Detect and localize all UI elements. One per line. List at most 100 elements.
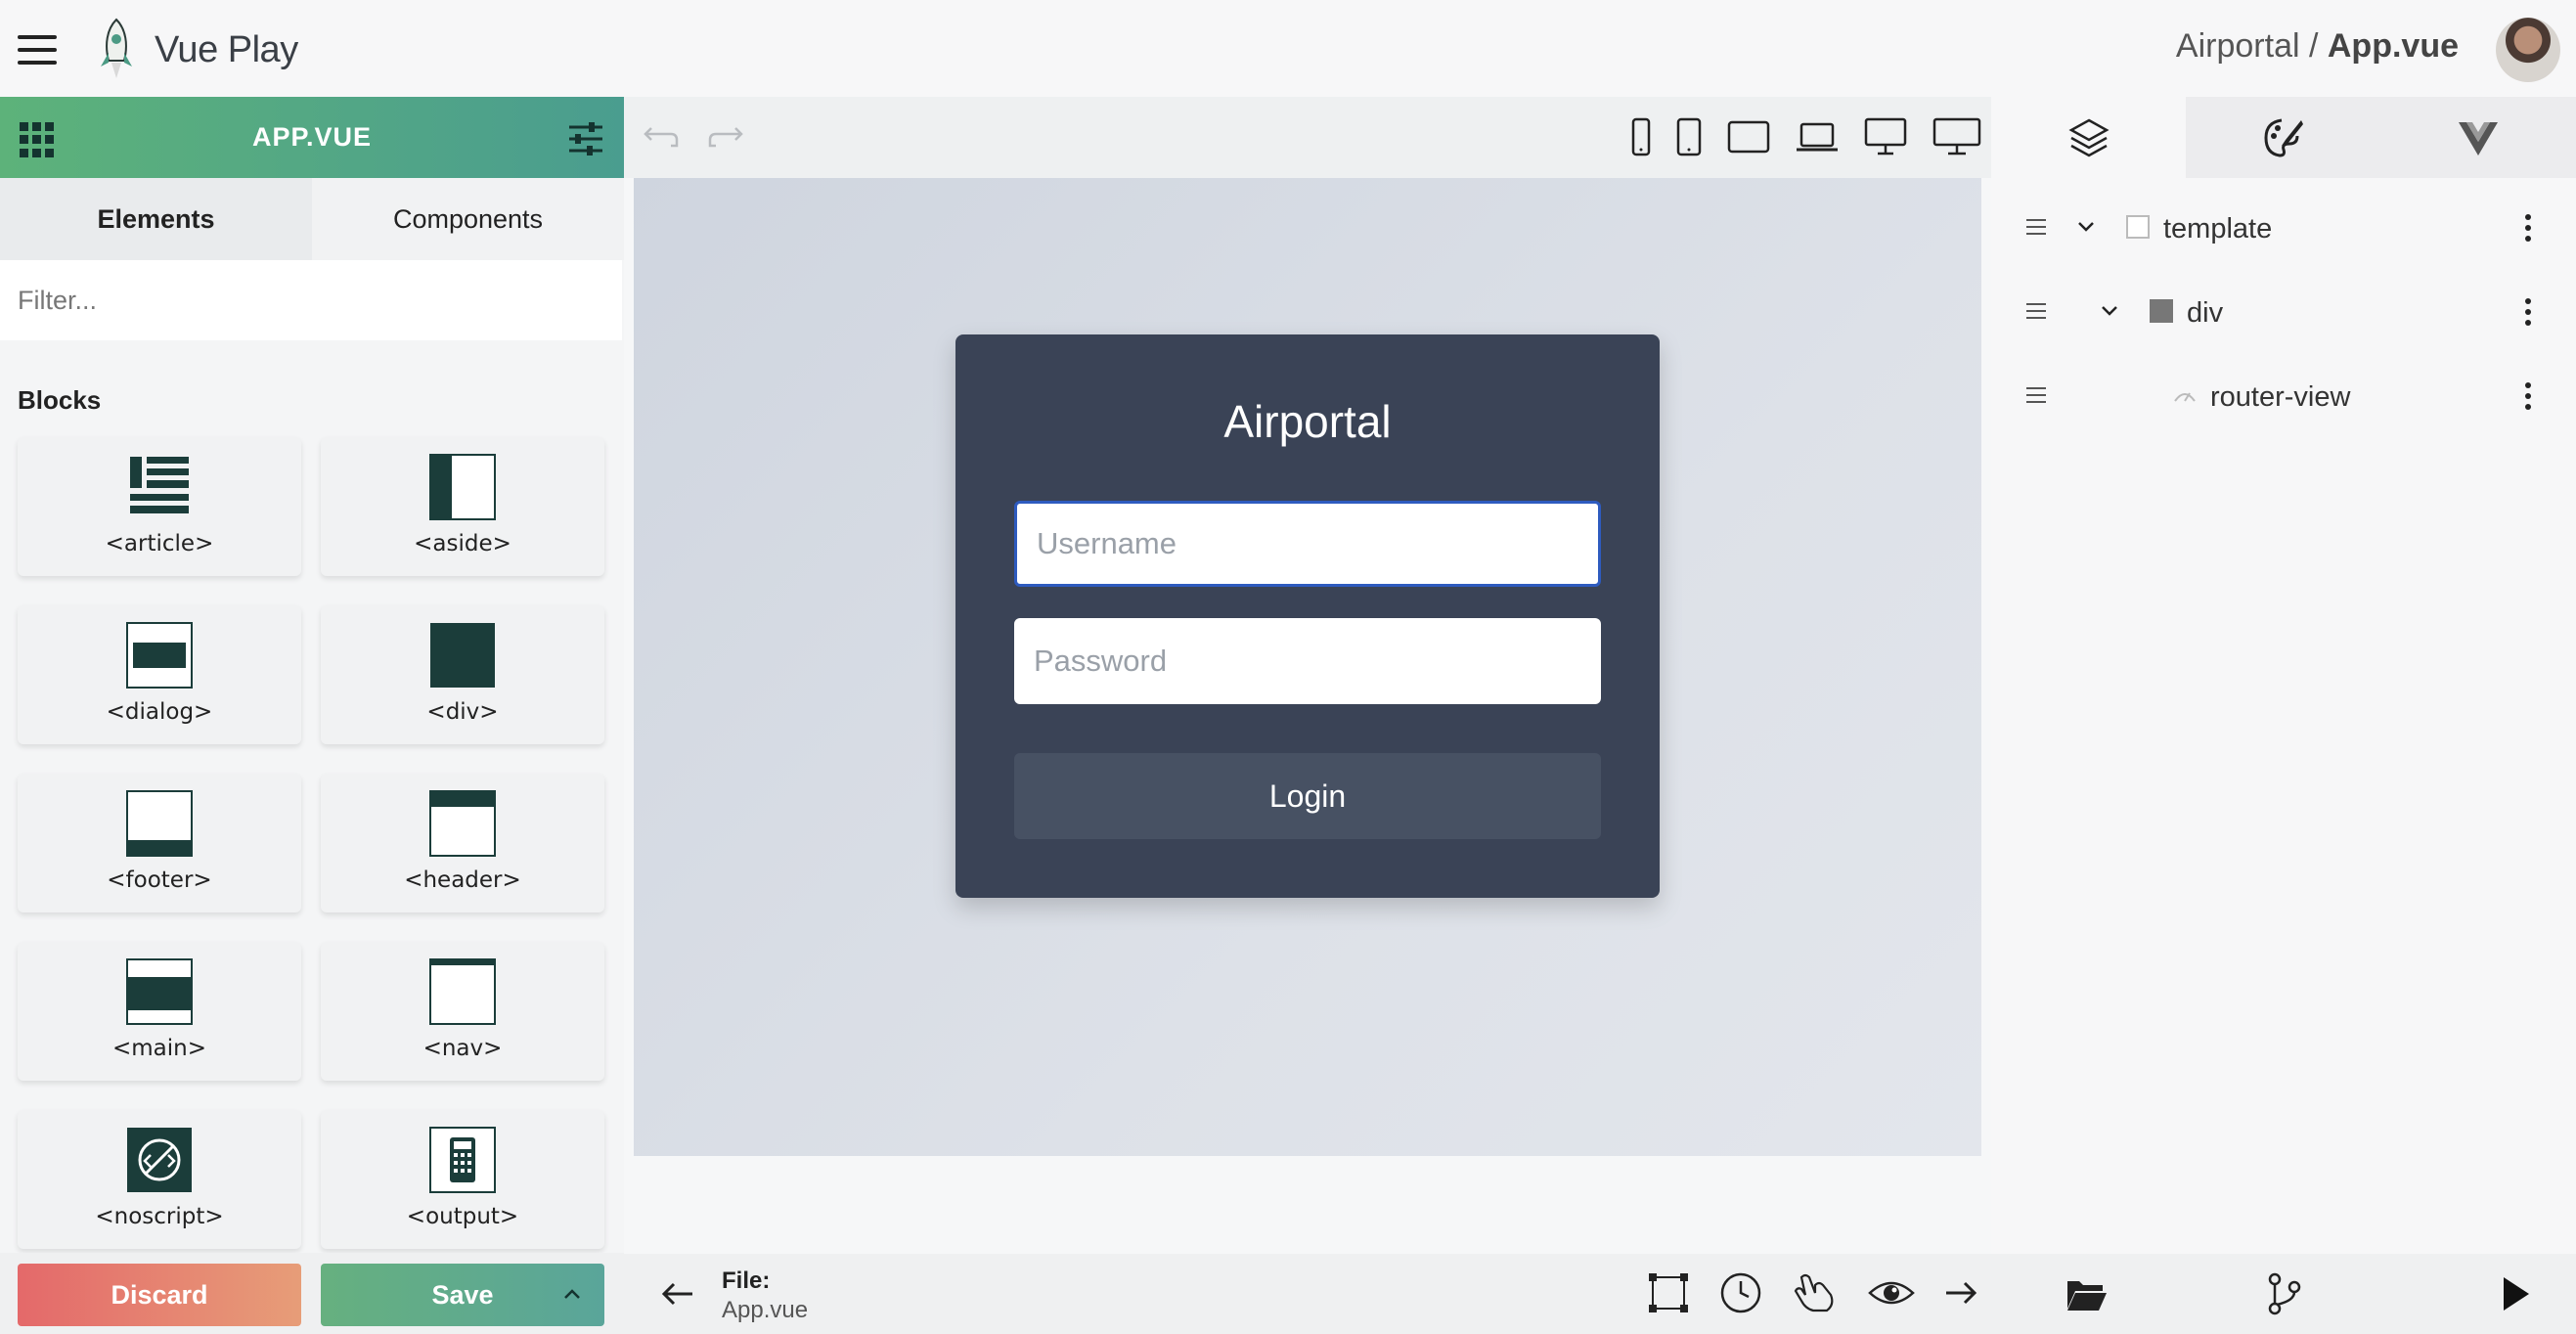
tree-node-template[interactable]: template: [1991, 185, 2576, 269]
phone-small-icon[interactable]: [1631, 117, 1651, 156]
chevron-down-icon[interactable]: [2077, 220, 2095, 234]
hand-pointer-icon[interactable]: [1792, 1271, 1839, 1314]
left-panel: APP.VUE Elements Components Blocks <arti…: [0, 97, 624, 1334]
block-label: <output>: [406, 1204, 519, 1229]
username-input[interactable]: [1037, 526, 1598, 561]
layer-tree: template div router-view: [1991, 185, 2576, 437]
bottom-bar: File: App.vue: [624, 1254, 1991, 1334]
login-button[interactable]: Login: [1014, 753, 1601, 839]
right-panel-tabs: [1991, 97, 2576, 178]
arrow-left-icon[interactable]: [661, 1281, 694, 1307]
block-footer[interactable]: <footer>: [18, 774, 301, 912]
avatar[interactable]: [2496, 18, 2560, 82]
eye-icon[interactable]: [1868, 1271, 1915, 1314]
tree-node-router-view[interactable]: router-view: [1991, 353, 2576, 437]
app-logo[interactable]: Vue Play: [94, 16, 298, 84]
block-div[interactable]: <div>: [321, 605, 604, 744]
play-icon[interactable]: [2500, 1275, 2531, 1312]
dialog-icon: [126, 622, 193, 689]
tab-components[interactable]: Components: [312, 178, 624, 260]
sliders-icon[interactable]: [567, 120, 604, 157]
discard-button[interactable]: Discard: [18, 1264, 301, 1326]
right-bottom-bar: [1991, 1254, 2576, 1334]
menu-icon[interactable]: [18, 35, 57, 65]
tab-layers[interactable]: [1991, 97, 2187, 178]
chevron-up-icon[interactable]: [561, 1283, 583, 1305]
block-main[interactable]: <main>: [18, 942, 301, 1081]
file-label: File:: [722, 1267, 771, 1294]
drag-handle-icon[interactable]: [2026, 387, 2046, 405]
canvas-toolbar: [624, 97, 1991, 178]
save-button[interactable]: Save: [321, 1264, 604, 1326]
block-label: <div>: [426, 699, 499, 725]
tab-elements[interactable]: Elements: [0, 178, 312, 260]
tree-node-label: router-view: [2210, 381, 2351, 413]
arrow-right-icon[interactable]: [1944, 1271, 1977, 1314]
main-icon: [126, 958, 193, 1025]
block-label: <main>: [111, 1036, 206, 1061]
more-options-icon[interactable]: [2525, 214, 2533, 242]
header-icon: [429, 790, 496, 857]
block-label: <nav>: [422, 1036, 503, 1061]
breadcrumb-project[interactable]: Airportal: [2176, 27, 2300, 65]
block-aside[interactable]: <aside>: [321, 437, 604, 576]
filter-box: [0, 260, 622, 340]
chevron-down-icon[interactable]: [2101, 304, 2118, 318]
git-branch-icon[interactable]: [2265, 1271, 2304, 1316]
element-tabs: Elements Components: [0, 178, 624, 260]
template-node-icon: [2126, 215, 2150, 239]
block-label: <aside>: [414, 531, 511, 556]
filter-input[interactable]: [18, 285, 622, 316]
footer-icon: [126, 790, 193, 857]
desktop-icon[interactable]: [1864, 117, 1907, 156]
block-label: <noscript>: [95, 1204, 224, 1229]
tab-vue[interactable]: [2380, 97, 2576, 178]
div-icon: [430, 623, 495, 688]
save-button-label: Save: [431, 1279, 494, 1310]
tree-node-div[interactable]: div: [1991, 269, 2576, 353]
left-panel-header: APP.VUE: [0, 97, 624, 178]
design-canvas[interactable]: Airportal Login: [634, 178, 1981, 1156]
right-panel: template div router-view: [1991, 97, 2576, 1334]
left-panel-footer: Discard Save: [0, 1253, 624, 1334]
username-field-box: [1014, 501, 1601, 587]
drag-handle-icon[interactable]: [2026, 303, 2046, 321]
more-options-icon[interactable]: [2525, 298, 2533, 326]
vue-logo-icon: [2459, 121, 2499, 156]
block-noscript[interactable]: <noscript>: [18, 1110, 301, 1249]
tablet-icon[interactable]: [1727, 120, 1770, 154]
laptop-icon[interactable]: [1796, 120, 1839, 154]
clock-icon[interactable]: [1719, 1271, 1762, 1314]
aside-icon: [429, 454, 496, 520]
breadcrumb: Airportal / App.vue: [2176, 27, 2459, 66]
folder-open-icon[interactable]: [2065, 1273, 2109, 1314]
device-preview-group: [1631, 114, 1981, 159]
block-output[interactable]: <output>: [321, 1110, 604, 1249]
tab-styles[interactable]: [2186, 97, 2381, 178]
block-nav[interactable]: <nav>: [321, 942, 604, 1081]
drag-handle-icon[interactable]: [2026, 219, 2046, 237]
login-card: Airportal Login: [955, 334, 1660, 898]
rocket-icon: [101, 18, 132, 78]
nav-icon: [429, 958, 496, 1025]
phone-large-icon[interactable]: [1676, 117, 1702, 156]
wide-desktop-icon[interactable]: [1932, 117, 1981, 156]
tree-node-label: div: [2187, 297, 2224, 329]
select-frame-icon[interactable]: [1647, 1271, 1690, 1314]
file-name: App.vue: [722, 1297, 809, 1323]
bottom-tools: [1647, 1269, 1977, 1316]
more-options-icon[interactable]: [2525, 382, 2533, 410]
block-article[interactable]: <article>: [18, 437, 301, 576]
password-input[interactable]: [1034, 644, 1601, 679]
undo-icon[interactable]: [642, 122, 681, 152]
block-dialog[interactable]: <dialog>: [18, 605, 301, 744]
palette-brush-icon: [2264, 118, 2303, 157]
block-label: <header>: [404, 867, 521, 893]
router-view-node-icon: [2174, 392, 2196, 402]
blocks-grid: <article> <aside> <dialog> <div> <footer…: [18, 437, 604, 1249]
panel-title: APP.VUE: [251, 122, 373, 152]
layers-icon: [2068, 118, 2110, 156]
block-header[interactable]: <header>: [321, 774, 604, 912]
redo-icon[interactable]: [706, 122, 745, 152]
top-bar: Vue Play Airportal / App.vue: [0, 0, 2576, 97]
